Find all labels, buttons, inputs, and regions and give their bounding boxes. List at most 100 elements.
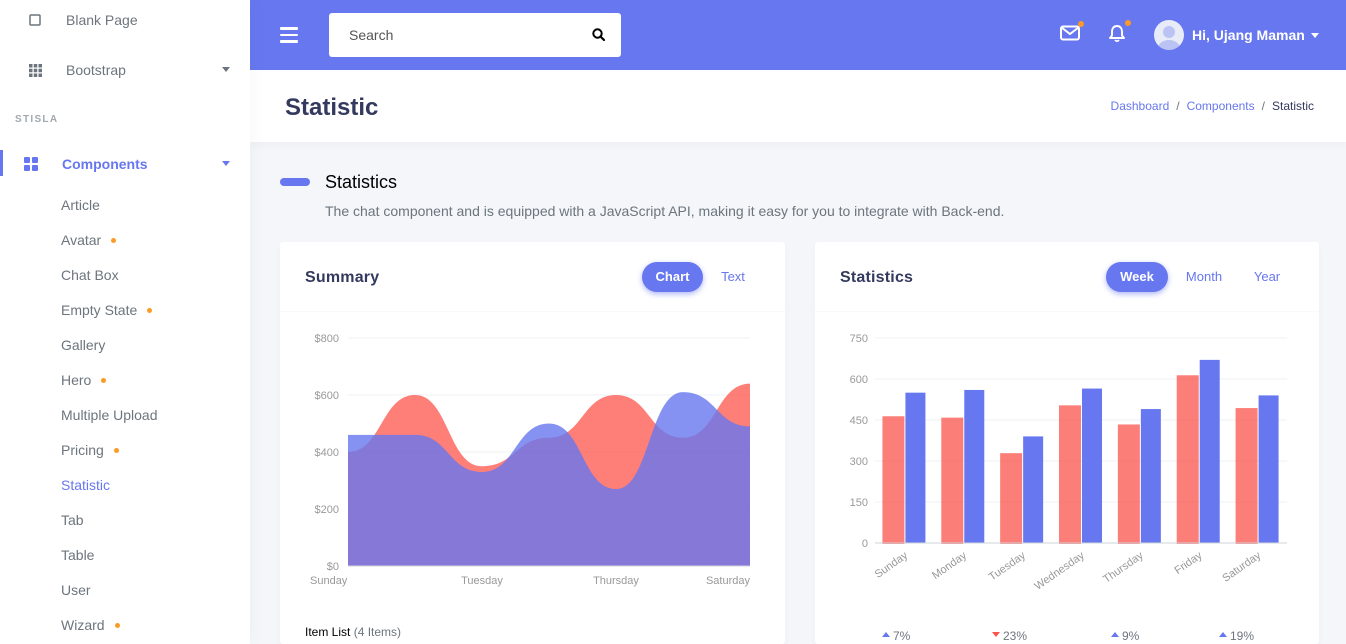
sidebar-subitem-wizard[interactable]: Wizard <box>61 615 120 635</box>
x-tick-label: Thursday <box>1101 549 1146 585</box>
y-tick-label: 0 <box>862 538 868 550</box>
square-icon <box>28 13 42 27</box>
new-badge-dot <box>111 237 117 243</box>
sidebar-subitem-avatar[interactable]: Avatar <box>61 230 117 250</box>
x-tick-label: Monday <box>930 549 969 582</box>
x-tick-label: Wednesday <box>1032 549 1087 592</box>
sidebar-subitem-statistic[interactable]: Statistic <box>61 475 110 495</box>
bell-icon[interactable] <box>1108 24 1126 48</box>
bar-tuesday-series-1 <box>1000 453 1023 545</box>
sidebar-item-bootstrap[interactable]: Bootstrap <box>0 50 250 90</box>
sidebar-subitem-table[interactable]: Table <box>61 545 94 565</box>
card-header: Summary Chart Text <box>280 242 785 312</box>
y-tick-label: $0 <box>327 561 339 573</box>
section-title: Statistics <box>325 172 398 192</box>
subitem-label: Hero <box>61 372 92 388</box>
sidebar-subitem-user[interactable]: User <box>61 580 91 600</box>
tab-year[interactable]: Year <box>1247 262 1287 292</box>
section-header: Statistic Dashboard / Components / Statistic <box>250 70 1346 142</box>
sidebar-subitem-chat-box[interactable]: Chat Box <box>61 265 119 285</box>
y-tick-label: 750 <box>850 333 868 345</box>
x-tick-label: Tuesday <box>987 549 1029 583</box>
chevron-down-icon <box>222 161 230 166</box>
avatar <box>1154 20 1184 50</box>
envelope-icon[interactable] <box>1060 25 1080 46</box>
x-tick-label: Friday <box>1173 549 1205 577</box>
top-navbar: Hi, Ujang Maman <box>250 0 1346 70</box>
sidebar-subitem-pricing[interactable]: Pricing <box>61 440 119 460</box>
bar-saturday-series-1 <box>1235 408 1258 544</box>
chevron-down-icon <box>222 67 230 72</box>
notification-badge-dot <box>1125 20 1131 26</box>
stat-value: 7% <box>893 629 911 643</box>
tab-week[interactable]: Week <box>1106 262 1168 292</box>
card-title: Summary <box>305 269 380 286</box>
new-badge-dot <box>101 377 107 383</box>
sidebar-item-components[interactable]: Components <box>0 148 250 180</box>
breadcrumb: Dashboard / Components / Statistic <box>1110 99 1314 113</box>
breadcrumb-components[interactable]: Components <box>1187 99 1255 113</box>
bar-wednesday-series-1 <box>1059 405 1081 545</box>
bar-monday-series-2 <box>964 389 985 543</box>
statistics-card: Statistics Week Month Year 0 150 300 450 600… <box>815 242 1319 644</box>
stat-value: 23% <box>1003 629 1028 643</box>
subitem-label: Multiple Upload <box>61 407 158 423</box>
x-tick-label: Tuesday <box>461 575 503 587</box>
menu-icon[interactable] <box>280 27 298 43</box>
y-tick-label: $600 <box>315 390 339 402</box>
sidebar-subitem-tab[interactable]: Tab <box>61 510 84 530</box>
sidebar-item-label: Components <box>62 156 148 172</box>
stat-item: 23% <box>992 629 1027 643</box>
new-badge-dot <box>113 447 119 453</box>
bar-sunday-series-2 <box>905 392 926 543</box>
y-tick-label: $800 <box>315 333 339 345</box>
bar-saturday-series-2 <box>1258 395 1279 543</box>
user-greeting: Hi, Ujang Maman <box>1192 27 1305 43</box>
caret-down-icon <box>992 632 1000 638</box>
bar-thursday-series-1 <box>1117 424 1140 544</box>
subitem-label: Statistic <box>61 477 111 493</box>
sidebar-item-label: Bootstrap <box>66 62 126 78</box>
search-box <box>329 13 621 57</box>
statistics-bar-chart: 0 150 300 450 600 750 Sunday Monday Tuesday Wedne… <box>850 333 1287 593</box>
tab-month[interactable]: Month <box>1178 262 1230 292</box>
caret-up-icon <box>1111 632 1119 638</box>
sidebar-subitem-article[interactable]: Article <box>61 195 100 215</box>
sidebar-item-label: Blank Page <box>66 12 138 28</box>
subitem-label: Avatar <box>61 232 102 248</box>
subitem-label: Table <box>61 547 95 563</box>
subitem-label: Pricing <box>61 442 104 458</box>
sidebar-subitem-hero[interactable]: Hero <box>61 370 107 390</box>
y-tick-label: 600 <box>850 374 868 386</box>
page-title: Statistic <box>285 94 379 121</box>
sidebar-item-blank-page[interactable]: Blank Page <box>0 0 250 40</box>
tab-chart[interactable]: Chart <box>642 262 703 292</box>
search-input[interactable] <box>329 27 569 43</box>
user-dropdown[interactable]: Hi, Ujang Maman <box>1154 20 1319 50</box>
message-badge-dot <box>1078 21 1084 27</box>
stat-value: 19% <box>1230 629 1255 643</box>
section-lead: The chat component and is equipped with … <box>325 203 1005 219</box>
sidebar: Blank Page Bootstrap STISLA Components A… <box>0 0 250 644</box>
bar-sunday-series-1 <box>882 416 905 544</box>
item-list-title: Item List <box>305 625 351 639</box>
caret-up-icon <box>882 632 890 638</box>
summary-card: Summary Chart Text $0 $200 $400 $600 $800 Sun… <box>280 242 785 644</box>
subitem-label: Empty State <box>61 302 138 318</box>
x-tick-label: Sunday <box>873 549 911 581</box>
subitem-label: Chat Box <box>61 267 119 283</box>
sidebar-subitem-empty-state[interactable]: Empty State <box>61 300 153 320</box>
tab-text[interactable]: Text <box>710 262 756 292</box>
th-large-icon <box>24 157 38 171</box>
subitem-label: Gallery <box>61 337 106 353</box>
sidebar-subitem-gallery[interactable]: Gallery <box>61 335 105 355</box>
sidebar-subitem-multiple-upload[interactable]: Multiple Upload <box>61 405 158 425</box>
search-icon[interactable] <box>592 28 606 46</box>
y-tick-label: 450 <box>850 415 868 427</box>
breadcrumb-dashboard[interactable]: Dashboard <box>1111 99 1170 113</box>
new-badge-dot <box>147 307 153 313</box>
item-list-label: Item List (4 Items) <box>305 625 401 639</box>
section-title-accent <box>280 178 310 186</box>
card-title: Statistics <box>840 269 914 286</box>
stat-value: 9% <box>1122 629 1140 643</box>
